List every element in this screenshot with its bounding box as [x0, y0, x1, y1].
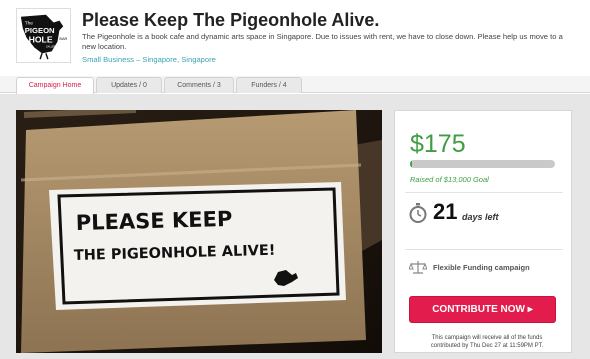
logo-text-bar: BAR [59, 37, 67, 41]
stopwatch-icon [409, 203, 427, 223]
scale-icon [409, 261, 427, 274]
days-left-label: days left [462, 212, 499, 222]
campaign-meta: Small Business – Singapore, Singapore [82, 55, 216, 64]
funding-note: This campaign will receive all of the fu… [430, 335, 544, 349]
logo-text-pigeon: PIGEON [25, 26, 55, 35]
funding-panel: $175 Raised of $13,000 Goal 21 days left… [394, 110, 572, 353]
logo-text-sub: GALLERY SPACE [46, 46, 66, 49]
funding-progress-bar [410, 160, 555, 168]
campaign-photo[interactable]: PLEASE KEEP THE PIGEONHOLE ALIVE! [16, 110, 382, 353]
funding-type-label: Flexible Funding campaign [433, 263, 530, 272]
funding-progress-fill [410, 160, 412, 168]
tab-comments[interactable]: Comments / 3 [164, 77, 234, 93]
campaign-photo-image: PLEASE KEEP THE PIGEONHOLE ALIVE! [16, 110, 382, 353]
contribute-now-button[interactable]: CONTRIBUTE NOW ▸ [409, 296, 556, 323]
campaign-logo[interactable]: The PIGEON HOLE BAR GALLERY SPACE [16, 8, 71, 63]
tab-campaign-home[interactable]: Campaign Home [16, 77, 94, 94]
meta-separator: – [136, 55, 141, 64]
pigeonhole-logo-icon: The PIGEON HOLE BAR GALLERY SPACE [17, 9, 70, 62]
divider [405, 249, 563, 250]
divider [405, 192, 563, 193]
tab-funders[interactable]: Funders / 4 [236, 77, 302, 93]
raised-amount: $175 [410, 130, 466, 158]
goal-text: Raised of $13,000 Goal [410, 175, 489, 184]
campaign-main: PLEASE KEEP THE PIGEONHOLE ALIVE! $175 R… [0, 94, 590, 359]
campaign-header: The PIGEON HOLE BAR GALLERY SPACE Please… [0, 0, 590, 76]
tab-updates[interactable]: Updates / 0 [96, 77, 162, 93]
sign-line-1: PLEASE KEEP [76, 207, 233, 235]
logo-text-hole: HOLE [29, 35, 53, 45]
campaign-title: Please Keep The Pigeonhole Alive. [82, 10, 380, 30]
location-link[interactable]: Singapore, Singapore [142, 55, 215, 64]
days-left-count: 21 [433, 199, 458, 224]
campaign-tabs: Campaign Home Updates / 0 Comments / 3 F… [0, 76, 590, 94]
category-link[interactable]: Small Business [82, 55, 134, 64]
campaign-description: The Pigeonhole is a book cafe and dynami… [82, 32, 563, 51]
